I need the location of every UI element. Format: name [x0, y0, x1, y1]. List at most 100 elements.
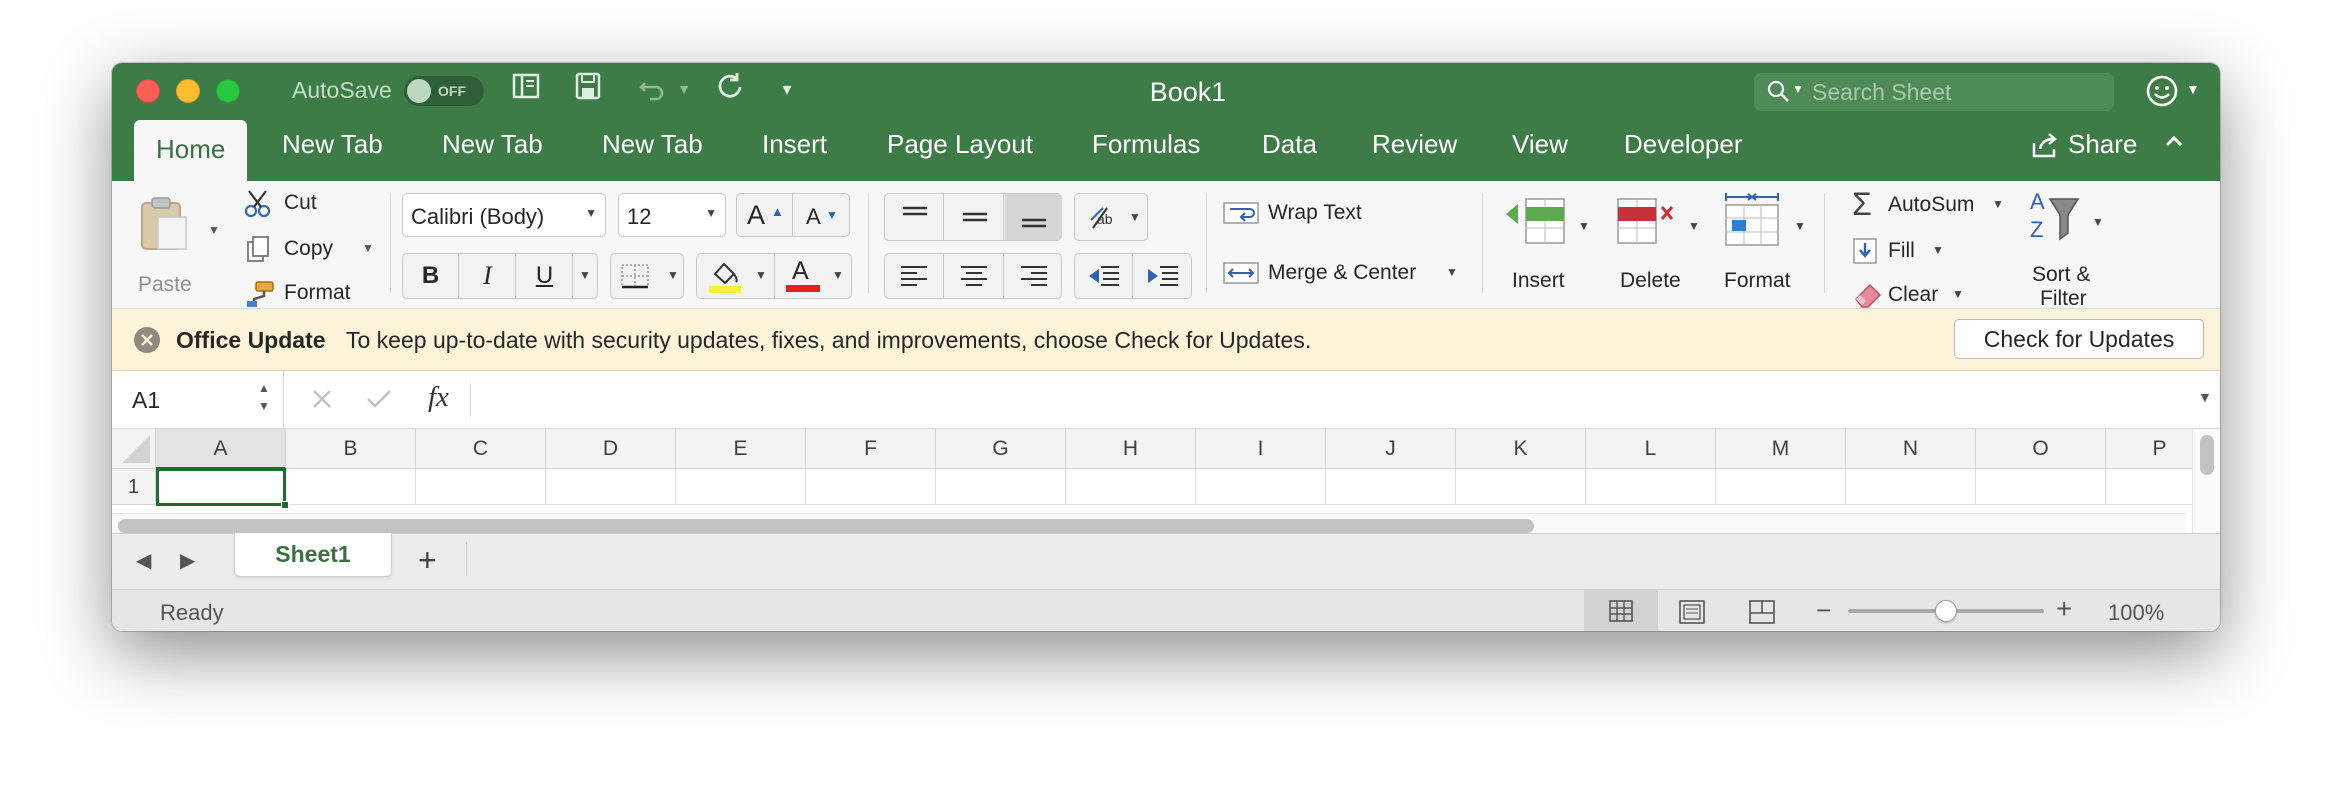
column-header-g[interactable]: G	[936, 429, 1066, 469]
borders-button[interactable]: ▼	[610, 253, 684, 299]
cell-l1[interactable]	[1586, 469, 1716, 505]
vertical-scroll-thumb[interactable]	[2200, 435, 2214, 475]
paste-button[interactable]: Paste	[124, 189, 206, 299]
cell-m1[interactable]	[1716, 469, 1846, 505]
close-window-button[interactable]	[136, 79, 160, 103]
account-dropdown-icon[interactable]: ▼	[2186, 81, 2200, 97]
check-for-updates-button[interactable]: Check for Updates	[1954, 319, 2204, 359]
cell-f1[interactable]	[806, 469, 936, 505]
column-header-m[interactable]: M	[1716, 429, 1846, 469]
column-header-o[interactable]: O	[1976, 429, 2106, 469]
tab-new-tab-3[interactable]: New Tab	[602, 125, 703, 163]
sort-filter-button[interactable]: AZ ▼ Sort & Filter	[2020, 187, 2116, 311]
align-center-button[interactable]	[945, 254, 1004, 298]
confirm-entry-icon[interactable]	[364, 385, 394, 418]
vertical-scrollbar[interactable]	[2192, 429, 2220, 537]
tab-home[interactable]: Home	[134, 120, 248, 181]
cell-o1[interactable]	[1976, 469, 2106, 505]
underline-dropdown-icon[interactable]: ▼	[579, 268, 591, 282]
redo-icon[interactable]	[712, 71, 748, 110]
save-icon[interactable]	[570, 71, 606, 110]
align-right-button[interactable]	[1005, 254, 1062, 298]
tab-review[interactable]: Review	[1372, 125, 1457, 163]
tab-insert[interactable]: Insert	[762, 125, 827, 163]
cell-k1[interactable]	[1456, 469, 1586, 505]
align-left-button[interactable]	[885, 254, 944, 298]
column-header-b[interactable]: B	[286, 429, 416, 469]
bold-button[interactable]: B	[403, 254, 459, 298]
shrink-font-button[interactable]: A ▼	[794, 194, 850, 236]
sheet-tab-sheet1[interactable]: Sheet1	[234, 533, 392, 577]
sidebar-icon[interactable]	[508, 71, 544, 110]
cell-n1[interactable]	[1846, 469, 1976, 505]
column-header-k[interactable]: K	[1456, 429, 1586, 469]
decrease-indent-button[interactable]	[1075, 254, 1133, 298]
column-header-d[interactable]: D	[546, 429, 676, 469]
column-header-f[interactable]: F	[806, 429, 936, 469]
customize-toolbar-icon[interactable]: ▾	[774, 71, 800, 107]
normal-view-button[interactable]	[1584, 590, 1658, 631]
column-header-e[interactable]: E	[676, 429, 806, 469]
select-all-corner[interactable]	[112, 429, 156, 469]
fill-button[interactable]: Fill ▼	[1852, 233, 1952, 267]
tab-developer[interactable]: Developer	[1624, 125, 1743, 163]
page-layout-view-icon[interactable]	[1678, 599, 1706, 630]
column-header-j[interactable]: J	[1326, 429, 1456, 469]
zoom-window-button[interactable]	[216, 79, 240, 103]
tab-page-layout[interactable]: Page Layout	[887, 125, 1033, 163]
fill-handle[interactable]	[281, 501, 289, 509]
font-size-select[interactable]: 12 ▼	[618, 193, 726, 237]
name-box-stepper-icon[interactable]: ▲ ▼	[258, 379, 270, 415]
tab-view[interactable]: View	[1512, 125, 1568, 163]
search-box[interactable]: ▼ Search Sheet	[1754, 73, 2114, 111]
page-break-view-icon[interactable]	[1748, 599, 1776, 630]
cell-c1[interactable]	[416, 469, 546, 505]
align-middle-button[interactable]	[945, 194, 1004, 240]
account-icon[interactable]	[2142, 71, 2182, 116]
dismiss-message-icon[interactable]	[132, 325, 162, 360]
align-top-button[interactable]	[885, 194, 944, 240]
next-sheet-icon[interactable]: ▶	[180, 548, 195, 573]
cell-j1[interactable]	[1326, 469, 1456, 505]
tab-formulas[interactable]: Formulas	[1092, 125, 1200, 163]
cell-b1[interactable]	[286, 469, 416, 505]
tab-new-tab-2[interactable]: New Tab	[442, 125, 543, 163]
insert-cells-button[interactable]: ▼ Insert	[1502, 191, 1594, 303]
align-bottom-button[interactable]	[1005, 194, 1062, 240]
tab-data[interactable]: Data	[1262, 125, 1317, 163]
column-header-h[interactable]: H	[1066, 429, 1196, 469]
zoom-slider[interactable]	[1848, 600, 2044, 622]
orientation-button[interactable]: ab ▼	[1074, 193, 1148, 241]
underline-button[interactable]: U	[517, 254, 573, 298]
collapse-ribbon-icon[interactable]	[2162, 129, 2186, 158]
autosum-button[interactable]: Σ AutoSum ▼	[1852, 187, 2004, 221]
copy-dropdown-icon[interactable]: ▼	[362, 241, 374, 255]
autosave-toggle[interactable]: OFF	[404, 76, 484, 106]
delete-cells-button[interactable]: ▼ Delete	[1612, 191, 1704, 303]
italic-button[interactable]: I	[460, 254, 516, 298]
horizontal-scroll-thumb[interactable]	[118, 519, 1534, 533]
expand-formula-icon[interactable]: ▼	[2198, 389, 2212, 405]
column-header-i[interactable]: I	[1196, 429, 1326, 469]
formula-input[interactable]	[482, 379, 2182, 419]
cell-i1[interactable]	[1196, 469, 1326, 505]
increase-indent-button[interactable]	[1134, 254, 1192, 298]
cell-h1[interactable]	[1066, 469, 1196, 505]
tab-new-tab-1[interactable]: New Tab	[282, 125, 383, 163]
merge-center-button[interactable]: Merge & Center ▼	[1220, 255, 1460, 291]
insert-function-icon[interactable]: fx	[428, 381, 449, 414]
paste-dropdown-icon[interactable]: ▼	[208, 223, 220, 237]
column-header-n[interactable]: N	[1846, 429, 1976, 469]
zoom-out-button[interactable]: −	[1816, 596, 1831, 624]
fill-color-button[interactable]: ▼	[697, 254, 775, 298]
font-name-select[interactable]: Calibri (Body) ▼	[402, 193, 606, 237]
cancel-entry-icon[interactable]	[308, 385, 336, 418]
row-header[interactable]: 1	[112, 469, 156, 505]
active-cell[interactable]	[156, 468, 289, 509]
format-cells-button[interactable]: ▼ Format	[1718, 191, 1810, 303]
name-box[interactable]: A1 ▲ ▼	[112, 371, 284, 428]
cell-e1[interactable]	[676, 469, 806, 505]
cell-g1[interactable]	[936, 469, 1066, 505]
column-header-c[interactable]: C	[416, 429, 546, 469]
previous-sheet-icon[interactable]: ◀	[136, 548, 151, 573]
